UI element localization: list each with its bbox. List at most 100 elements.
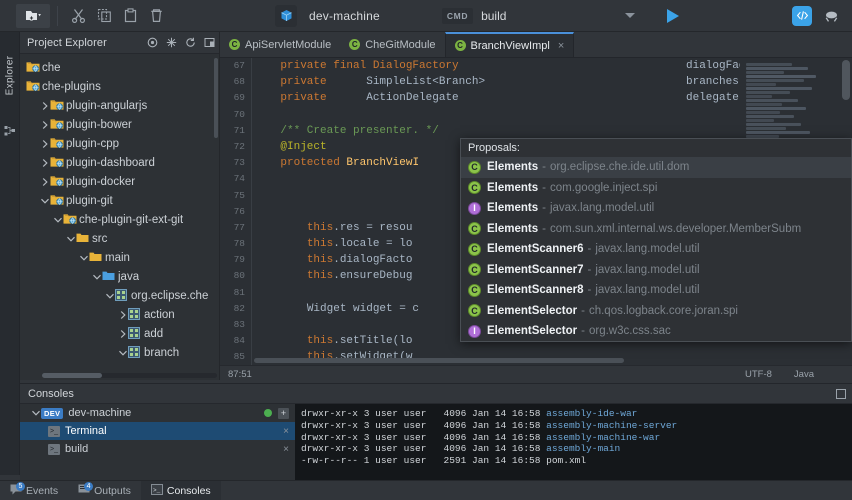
bottom-tab[interactable]: 5 Events (0, 481, 68, 500)
tree-node[interactable]: branch (20, 343, 219, 362)
structure-icon[interactable] (4, 124, 16, 142)
main-toolbar: dev-machine CMD build (0, 0, 852, 32)
chevron-right-icon[interactable] (39, 176, 50, 187)
editor-tab[interactable]: C BranchViewImpl × (444, 32, 575, 57)
cut-icon[interactable] (65, 4, 91, 28)
java-class-icon: C (349, 39, 361, 50)
folder-project-icon (26, 80, 40, 93)
chevron-down-icon[interactable] (30, 408, 41, 419)
close-icon[interactable]: × (558, 40, 564, 52)
tree-node[interactable]: plugin-angularjs (20, 96, 219, 115)
editor-status-bar: 87:51 UTF-8 Java (220, 365, 852, 383)
proposal-separator: - (587, 243, 592, 256)
proposal-item[interactable]: C ElementSelector - ch.qos.logback.core.jor… (461, 301, 851, 322)
code-line: private final DialogFactory (254, 58, 740, 74)
project-tree[interactable]: che che-plugins plugin-angularjs plugin-bow… (20, 54, 219, 368)
add-terminal-button[interactable]: + (278, 407, 289, 419)
chevron-down-icon[interactable] (117, 347, 128, 358)
editor-vertical-scrollbar[interactable] (842, 60, 850, 100)
chevron-down-icon[interactable] (65, 233, 76, 244)
console-tree-node[interactable]: DEV dev-machine + (20, 404, 295, 422)
command-selector[interactable]: CMD build (441, 4, 641, 28)
new-file-icon[interactable] (16, 3, 50, 28)
proposal-name: ElementScanner7 (487, 263, 584, 276)
bottom-tab[interactable]: >_ Consoles (140, 480, 221, 500)
tree-node[interactable]: org.eclipse.che (20, 286, 219, 305)
tree-node[interactable]: che (20, 58, 219, 77)
proposal-item[interactable]: C ElementScanner6- javax.lang.model.util (461, 239, 851, 260)
editor-tab[interactable]: C CheGitModule (340, 32, 444, 57)
project-explorer-hscrollbar[interactable] (42, 373, 217, 378)
proposal-item[interactable]: I Elements - javax.lang.model.util (461, 198, 851, 219)
tree-node[interactable]: main (20, 248, 219, 267)
encoding-label[interactable]: UTF-8 (745, 369, 772, 380)
explorer-vertical-tab[interactable]: Explorer (5, 47, 16, 105)
tree-node[interactable]: java (20, 267, 219, 286)
proposals-list[interactable]: C Elements - org.eclipse.che.ide.util.dom C E… (461, 157, 851, 343)
proposal-item[interactable]: CElementSelectorImpl-org.w3c.flute.parse… (461, 342, 851, 343)
machine-selector[interactable]: dev-machine (275, 4, 380, 27)
chevron-right-icon[interactable] (117, 328, 128, 339)
project-explorer-scrollbar[interactable] (214, 58, 218, 138)
proposal-item[interactable]: C ElementScanner7- javax.lang.model.util (461, 260, 851, 281)
close-icon[interactable]: × (283, 426, 289, 437)
tree-node-label: add (144, 327, 164, 340)
tree-node[interactable]: plugin-bower (20, 115, 219, 134)
console-tree-node[interactable]: >_ Terminal × (20, 422, 295, 440)
proposal-item[interactable]: C ElementScanner8- javax.lang.model.util (461, 280, 851, 301)
code-brackets-icon[interactable] (792, 5, 812, 26)
bottom-tab[interactable]: 4 Outputs (68, 481, 141, 500)
trash-icon[interactable] (143, 4, 169, 28)
chevron-down-icon[interactable] (104, 290, 115, 301)
refresh-icon[interactable] (181, 34, 200, 52)
chevron-down-icon[interactable] (91, 271, 102, 282)
consoles-tree[interactable]: DEV dev-machine + >_ Terminal × >_ build × (20, 404, 295, 480)
chevron-right-icon[interactable] (39, 138, 50, 149)
chevron-right-icon[interactable] (39, 157, 50, 168)
tree-node[interactable]: che-plugin-git-ext-git (20, 210, 219, 229)
tree-node[interactable]: plugin-docker (20, 172, 219, 191)
terminal-line-meta: -rw-r--r-- 1 user user 2591 Jan 14 16:58 (301, 455, 547, 467)
editor-tab[interactable]: C ApiServletModule (220, 32, 340, 57)
tree-node[interactable]: src (20, 229, 219, 248)
editor-horizontal-scrollbar[interactable] (254, 358, 624, 363)
proposal-package: javax.lang.model.util (549, 202, 655, 215)
console-node-label: dev-machine (68, 407, 132, 419)
tree-node[interactable]: action (20, 305, 219, 324)
command-dropdown[interactable]: build (481, 4, 641, 28)
run-play-icon[interactable] (659, 3, 685, 29)
copy-icon[interactable] (91, 4, 117, 28)
console-tree-node[interactable]: >_ build × (20, 440, 295, 458)
target-icon[interactable] (143, 34, 162, 52)
line-number: 76 (233, 205, 245, 217)
line-number-gutter: 6768697071727374757677787980818283848586… (220, 58, 252, 365)
chevron-down-icon[interactable] (39, 195, 50, 206)
collapse-icon[interactable] (162, 34, 181, 52)
tree-node[interactable]: plugin-git (20, 191, 219, 210)
proposal-item[interactable]: C Elements - org.eclipse.che.ide.util.dom (461, 157, 851, 178)
chevron-right-icon[interactable] (39, 100, 50, 111)
proposal-item[interactable]: C Elements - com.google.inject.spi (461, 178, 851, 199)
maximize-icon[interactable] (200, 34, 219, 52)
chevron-down-icon[interactable] (52, 214, 63, 225)
code-completion-popup[interactable]: Proposals: C Elements - org.eclipse.che.ide… (460, 138, 852, 342)
chevron-right-icon[interactable] (39, 119, 50, 130)
close-icon[interactable]: × (283, 444, 289, 455)
tree-node-label: branch (144, 346, 180, 359)
proposal-item[interactable]: C Elements - com.sun.xml.internal.ws.develo… (461, 219, 851, 240)
chevron-down-icon[interactable] (78, 252, 89, 263)
tree-node[interactable]: plugin-cpp (20, 134, 219, 153)
proposal-name: Elements (487, 202, 539, 215)
terminal-output[interactable]: drwxr-xr-x 3 user user 4096 Jan 14 16:58… (295, 404, 852, 480)
tree-node[interactable]: add (20, 324, 219, 343)
tree-node[interactable]: che-plugins (20, 77, 219, 96)
language-label[interactable]: Java (794, 369, 814, 380)
tree-node[interactable]: plugin-dashboard (20, 153, 219, 172)
maximize-icon[interactable] (834, 387, 848, 401)
paste-icon[interactable] (117, 4, 143, 28)
proposal-item[interactable]: I ElementSelector - org.w3c.css.sac (461, 321, 851, 341)
chevron-right-icon[interactable] (117, 309, 128, 320)
share-icon[interactable] (818, 4, 844, 28)
